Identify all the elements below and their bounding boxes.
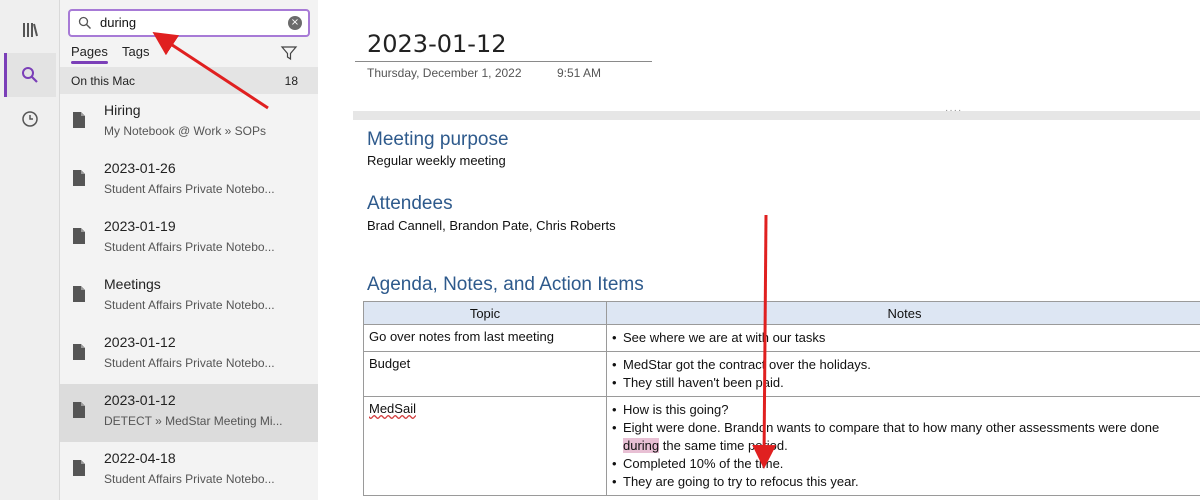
page-icon [73, 460, 85, 476]
page-icon [73, 344, 85, 360]
page-icon [73, 228, 85, 244]
scope-header: On this Mac 18 [60, 67, 318, 94]
result-item[interactable]: Meetings Student Affairs Private Notebo.… [60, 268, 318, 326]
attendees-text[interactable]: Brad Cannell, Brandon Pate, Chris Robert… [367, 218, 616, 233]
page-icon [73, 170, 85, 186]
note-item[interactable]: Completed 10% of the time. [612, 455, 1197, 473]
table-row: Budget MedStar got the contract over the… [363, 351, 1200, 397]
result-title: 2023-01-19 [104, 218, 176, 234]
result-location: Student Affairs Private Notebo... [104, 298, 275, 312]
result-item-selected[interactable]: 2023-01-12 DETECT » MedStar Meeting Mi..… [60, 384, 318, 442]
purpose-text[interactable]: Regular weekly meeting [367, 153, 506, 168]
page-date: Thursday, December 1, 2022 [367, 66, 522, 80]
drag-dots-icon: ···· [945, 105, 963, 116]
attendees-heading[interactable]: Attendees [367, 193, 453, 215]
recent-icon [22, 111, 38, 127]
result-item[interactable]: 2023-01-12 Student Affairs Private Noteb… [60, 326, 318, 384]
result-title: Hiring [104, 102, 141, 118]
note-item[interactable]: See where we are at with our tasks [612, 329, 1197, 347]
scope-label: On this Mac [71, 74, 136, 88]
notes-cell[interactable]: See where we are at with our tasks [606, 324, 1200, 352]
misspelled-word[interactable]: MedSail [369, 401, 416, 416]
result-location: Student Affairs Private Notebo... [104, 182, 275, 196]
result-title: Meetings [104, 276, 161, 292]
note-item-with-match[interactable]: Eight were done. Brandon wants to compar… [612, 419, 1197, 455]
topic-cell[interactable]: Go over notes from last meeting [363, 324, 607, 352]
result-item[interactable]: Hiring My Notebook @ Work » SOPs [60, 94, 318, 152]
result-title: 2022-04-18 [104, 450, 176, 466]
page-time: 9:51 AM [557, 66, 602, 80]
topic-cell[interactable]: MedSail [363, 396, 607, 496]
result-title: 2023-01-12 [104, 334, 176, 350]
nav-rail [0, 0, 60, 500]
note-item[interactable]: They still haven't been paid. [612, 374, 1197, 392]
result-title: 2023-01-12 [104, 392, 176, 408]
table-row: MedSail How is this going? Eight were do… [363, 396, 1200, 496]
page-icon [73, 402, 85, 418]
column-header-topic[interactable]: Topic [363, 301, 607, 325]
clear-icon[interactable]: × [288, 16, 302, 30]
notes-cell[interactable]: MedStar got the contract over the holida… [606, 351, 1200, 397]
table-row: Go over notes from last meeting See wher… [363, 324, 1200, 352]
result-location: Student Affairs Private Notebo... [104, 356, 275, 370]
filter-icon[interactable] [280, 44, 298, 62]
result-item[interactable]: 2023-01-26 Student Affairs Private Noteb… [60, 152, 318, 210]
result-item[interactable]: 2023-01-19 Student Affairs Private Noteb… [60, 210, 318, 268]
result-item[interactable]: 2022-04-18 Student Affairs Private Noteb… [60, 442, 318, 500]
recent-button[interactable] [4, 97, 56, 141]
topic-cell[interactable]: Budget [363, 351, 607, 397]
search-query[interactable]: during [100, 15, 136, 30]
result-location: DETECT » MedStar Meeting Mi... [104, 414, 283, 428]
table-header-row: Topic Notes [363, 301, 1200, 325]
agenda-table[interactable]: Topic Notes Go over notes from last meet… [363, 301, 1200, 496]
note-item[interactable]: MedStar got the contract over the holida… [612, 356, 1197, 374]
search-results: Hiring My Notebook @ Work » SOPs 2023-01… [60, 94, 318, 500]
result-location: Student Affairs Private Notebo... [104, 472, 275, 486]
note-container-handle[interactable]: ···· [353, 105, 1200, 120]
note-item[interactable]: They are going to try to refocus this ye… [612, 473, 1197, 491]
page-title[interactable]: 2023-01-12 [367, 30, 506, 58]
notebooks-button[interactable] [4, 8, 56, 52]
search-field[interactable]: during × [68, 9, 310, 37]
title-divider [355, 61, 652, 62]
agenda-heading[interactable]: Agenda, Notes, and Action Items [367, 274, 644, 296]
tab-tags[interactable]: Tags [122, 44, 149, 59]
column-header-notes[interactable]: Notes [606, 301, 1200, 325]
result-location: Student Affairs Private Notebo... [104, 240, 275, 254]
magnifier-icon [78, 16, 91, 29]
page-icon [73, 286, 85, 302]
tab-pages[interactable]: Pages [71, 44, 108, 64]
note-item[interactable]: How is this going? [612, 401, 1197, 419]
purpose-heading[interactable]: Meeting purpose [367, 129, 509, 151]
page-canvas[interactable]: 2023-01-12 Thursday, December 1, 2022 9:… [318, 0, 1200, 500]
result-count: 18 [284, 74, 298, 88]
search-pane: during × Pages Tags On this Mac 18 Hirin… [60, 0, 318, 500]
page-icon [73, 112, 85, 128]
result-location: My Notebook @ Work » SOPs [104, 124, 267, 138]
search-nav-button[interactable] [4, 53, 56, 97]
notes-cell[interactable]: How is this going? Eight were done. Bran… [606, 396, 1200, 496]
search-icon [22, 67, 38, 83]
library-icon [23, 23, 38, 37]
result-title: 2023-01-26 [104, 160, 176, 176]
search-match-highlight: during [623, 438, 660, 453]
